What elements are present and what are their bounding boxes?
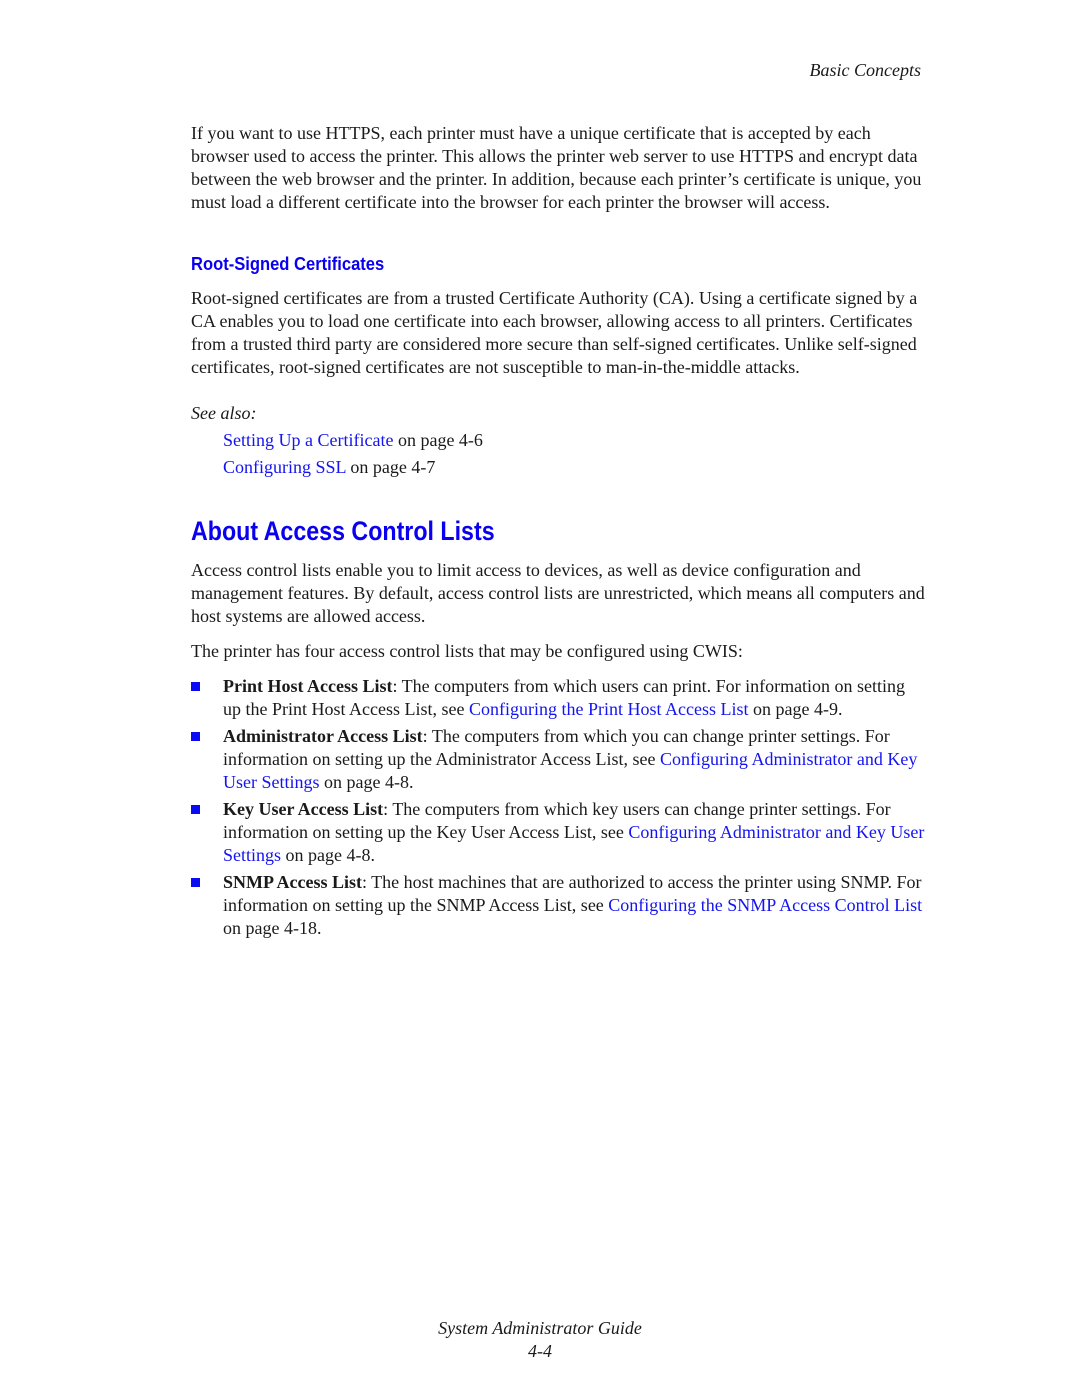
- list-item-term: Print Host Access List: [223, 676, 393, 696]
- reference-item: Configuring SSL on page 4-7: [191, 456, 926, 479]
- list-item-page: on page 4-18.: [223, 918, 322, 938]
- guide-title: System Administrator Guide: [438, 1318, 642, 1338]
- list-item: Key User Access List: The computers from…: [191, 798, 926, 867]
- list-item-page: on page 4-8.: [281, 845, 375, 865]
- list-item-term: Key User Access List: [223, 799, 384, 819]
- root-signed-paragraph: Root-signed certificates are from a trus…: [191, 288, 918, 377]
- list-item-term: SNMP Access List: [223, 872, 362, 892]
- page-number: 4-4: [528, 1341, 552, 1361]
- running-header: Basic Concepts: [809, 60, 921, 80]
- acl-intro-line: The printer has four access control list…: [191, 641, 743, 661]
- snmp-access-control-list-link[interactable]: Configuring the SNMP Access Control List: [608, 895, 922, 915]
- list-item-page: on page 4-9.: [748, 699, 843, 719]
- reference-item: Setting Up a Certificate on page 4-6: [191, 429, 926, 452]
- configuring-ssl-link[interactable]: Configuring SSL: [223, 457, 346, 477]
- reference-page: on page 4-7: [345, 457, 436, 477]
- page-footer: System Administrator Guide 4-4: [0, 1317, 1080, 1363]
- list-item: Print Host Access List: The computers fr…: [191, 675, 926, 721]
- page-content: If you want to use HTTPS, each printer m…: [191, 122, 926, 944]
- list-item-page: on page 4-8.: [319, 772, 414, 792]
- square-bullet-icon: [191, 682, 200, 691]
- list-item: Administrator Access List: The computers…: [191, 725, 926, 794]
- reference-page: on page 4-6: [393, 430, 483, 450]
- print-host-access-list-link[interactable]: Configuring the Print Host Access List: [469, 699, 748, 719]
- list-item-term: Administrator Access List: [223, 726, 423, 746]
- list-item: SNMP Access List: The host machines that…: [191, 871, 926, 940]
- square-bullet-icon: [191, 878, 200, 887]
- acl-list: Print Host Access List: The computers fr…: [191, 675, 926, 940]
- square-bullet-icon: [191, 805, 200, 814]
- square-bullet-icon: [191, 732, 200, 741]
- acl-description-paragraph: Access control lists enable you to limit…: [191, 560, 925, 626]
- https-intro-paragraph: If you want to use HTTPS, each printer m…: [191, 123, 922, 212]
- setting-up-certificate-link[interactable]: Setting Up a Certificate: [223, 430, 393, 450]
- access-control-lists-heading: About Access Control Lists: [191, 516, 495, 546]
- see-also-label: See also:: [191, 403, 257, 423]
- root-signed-heading: Root-Signed Certificates: [191, 254, 385, 274]
